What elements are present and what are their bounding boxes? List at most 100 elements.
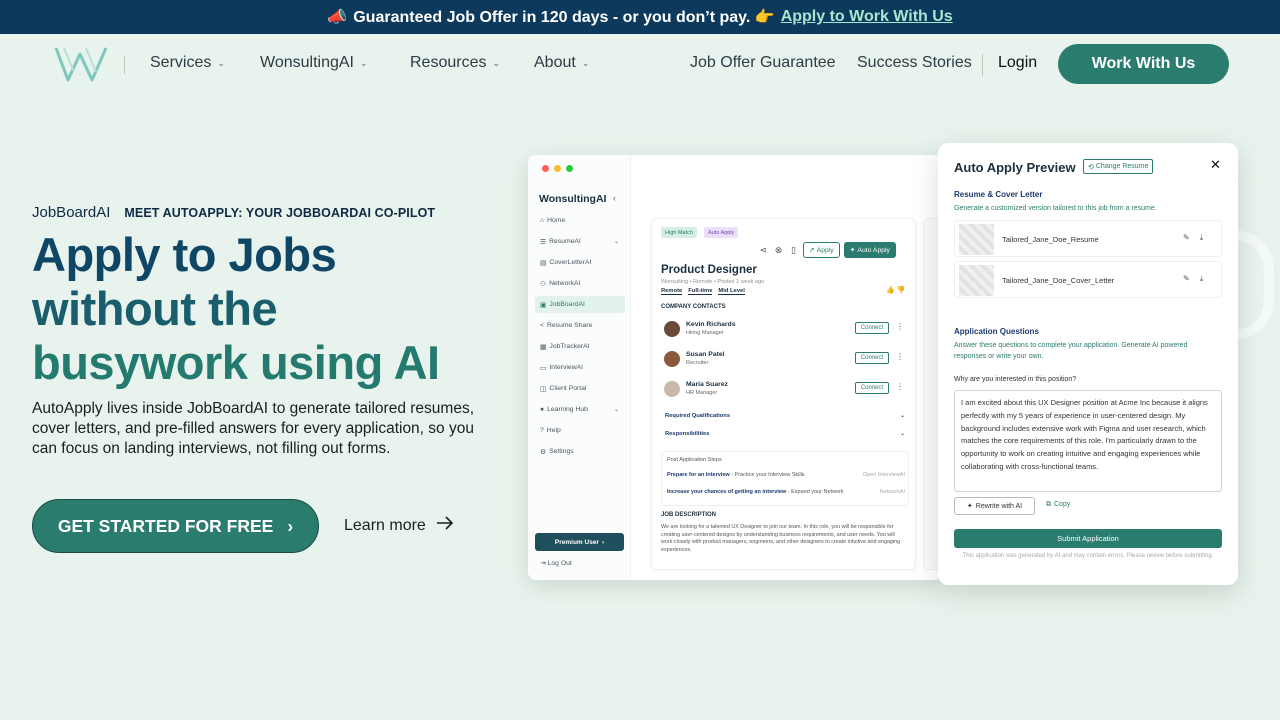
auto-apply-label: Auto Apply (857, 246, 890, 254)
nav-job-offer-guarantee[interactable]: Job Offer Guarantee (690, 54, 836, 72)
change-resume-button[interactable]: ⟲ Change Resume (1083, 159, 1154, 174)
edit-icon[interactable]: ✎ (1183, 274, 1190, 284)
sidebar-item-jobtrackerai[interactable]: ▦ JobTrackerAI (535, 338, 625, 355)
step-item[interactable]: Prepare for an Interview - Practice your… (667, 472, 905, 478)
download-icon[interactable]: ⤓ (1200, 233, 1204, 243)
nav-about[interactable]: About ⌄ (534, 54, 589, 72)
more-icon[interactable]: ⋮ (896, 352, 904, 361)
sidebar-item-help[interactable]: ? Help (535, 422, 625, 439)
get-started-button[interactable]: GET STARTED FOR FREE › (32, 499, 319, 553)
step-link[interactable]: Open InterviewAI (863, 472, 905, 478)
login-link[interactable]: Login (998, 54, 1037, 72)
chevron-right-icon: › (287, 515, 294, 536)
share-icon: < (540, 322, 544, 329)
minimize-dot-icon[interactable] (554, 165, 561, 172)
nav-divider (982, 54, 983, 76)
cover-letter-file[interactable]: Tailored_Jane_Doe_Cover_Letter ✎ ⤓ (954, 261, 1222, 298)
contact-row: Maria Suarez HR Manager Connect ⋮ (664, 379, 909, 403)
resume-file[interactable]: Tailored_Jane_Doe_Resume ✎ ⤓ (954, 220, 1222, 257)
copy-button[interactable]: ⧉ Copy (1046, 501, 1070, 509)
more-icon[interactable]: ⋮ (896, 382, 904, 391)
promo-banner: 📣 Guaranteed Job Offer in 120 days - or … (0, 0, 1280, 34)
hero-eyebrow: MEET AUTOAPPLY: YOUR JOBBOARDAI CO-PILOT (124, 205, 436, 220)
edit-icon[interactable]: ✎ (1183, 233, 1190, 243)
file-name: Tailored_Jane_Doe_Cover_Letter (1002, 276, 1115, 285)
dismiss-icon[interactable]: ⊗ (773, 245, 784, 256)
bookmark-icon[interactable]: ▯ (788, 245, 799, 256)
hero-brand-row: JobBoardAI MEET AUTOAPPLY: YOUR JOBBOARD… (32, 204, 435, 221)
connect-button[interactable]: Connect (855, 382, 889, 394)
sidebar-item-home[interactable]: ⌂ Home (535, 212, 625, 229)
nav-services[interactable]: Services ⌄ (150, 54, 225, 72)
chip-full-time: Full-time (688, 288, 713, 295)
chevron-right-icon: › (601, 538, 605, 546)
hero-headline: Apply to Jobs without the busywork using… (32, 228, 502, 390)
nav-wonsultingai[interactable]: WonsultingAI ⌄ (260, 54, 368, 72)
step-link[interactable]: NetworkAI (880, 489, 905, 495)
jobboardai-wordmark: JobBoardAI (32, 204, 111, 221)
learn-more-link[interactable]: Learn more (344, 516, 454, 535)
sidebar-item-interviewai[interactable]: ▭ InterviewAI (535, 359, 625, 376)
close-dot-icon[interactable] (542, 165, 549, 172)
submit-application-button[interactable]: Submit Application (954, 529, 1222, 548)
auto-apply-button[interactable]: ✦ Auto Apply (843, 242, 896, 258)
change-resume-label: Change Resume (1095, 163, 1149, 170)
step-detail: - Expand your Network (786, 489, 844, 495)
work-with-us-button[interactable]: Work With Us (1058, 44, 1229, 84)
file-thumbnail (959, 224, 994, 255)
sidebar-item-label: ResumeAI (549, 238, 581, 245)
logout-icon: ⇥ (540, 560, 548, 567)
sidebar-item-networkai[interactable]: ⚇ NetworkAI (535, 275, 625, 292)
step-title: Prepare for an Interview (667, 472, 730, 478)
panel-title: Auto Apply Preview (954, 160, 1076, 175)
headline-line-2: without the (32, 282, 278, 335)
chip-remote: Remote (661, 288, 683, 295)
sidebar-item-label: InterviewAI (549, 364, 584, 371)
close-icon[interactable]: ✕ (1210, 157, 1221, 173)
sidebar-item-resumeai[interactable]: ☰ ResumeAI ⌄ (535, 233, 625, 250)
connect-button[interactable]: Connect (855, 352, 889, 364)
rewrite-with-ai-button[interactable]: ✦ Rewrite with AI (954, 497, 1035, 515)
apply-button[interactable]: ↗ Apply (803, 242, 840, 258)
sidebar-item-learning-hub[interactable]: ● Learning Hub ⌄ (535, 401, 625, 418)
sidebar-item-jobboardai[interactable]: ▣ JobBoardAI (535, 296, 625, 313)
contacts-heading: COMPANY CONTACTS (661, 304, 726, 310)
avatar (664, 381, 680, 397)
collapse-icon[interactable]: ‹ (613, 193, 616, 203)
thumbs-up-icon[interactable]: 👍 (886, 287, 895, 294)
nav-success-stories[interactable]: Success Stories (857, 54, 972, 72)
job-chips: Remote Full-time Mid Level (661, 288, 745, 295)
sidebar-item-client-portal[interactable]: ◫ Client Portal (535, 380, 625, 397)
sidebar-item-coverletterai[interactable]: ▤ CoverLetterAI (535, 254, 625, 271)
post-application-steps: Post Application Steps Prepare for an In… (661, 451, 909, 506)
sidebar-item-label: Learning Hub (547, 406, 588, 413)
download-icon[interactable]: ⤓ (1200, 274, 1204, 284)
step-item[interactable]: Increase your chances of getting an inte… (667, 489, 905, 495)
share-icon[interactable]: ⋖ (758, 245, 769, 256)
job-title: Product Designer (661, 264, 757, 276)
wonsulting-logo-icon[interactable] (52, 42, 110, 91)
premium-user-button[interactable]: Premium User › (535, 533, 624, 551)
nav-resources[interactable]: Resources ⌄ (410, 54, 500, 72)
logout-link[interactable]: ⇥ Log Out (540, 559, 572, 567)
maximize-dot-icon[interactable] (566, 165, 573, 172)
sidebar-item-label: Settings (549, 448, 574, 455)
external-link-icon: ↗ (809, 247, 815, 254)
accordion-label: Responsibilities (665, 431, 710, 437)
file-actions: ✎ ⤓ (1183, 274, 1203, 284)
more-icon[interactable]: ⋮ (896, 322, 904, 331)
arrow-right-icon (436, 516, 454, 535)
connect-button[interactable]: Connect (855, 322, 889, 334)
answer-textarea[interactable]: I am excited about this UX Designer posi… (954, 390, 1222, 492)
accordion-responsibilities[interactable]: Responsibilities ⌄ (665, 431, 905, 437)
question-label: Why are you interested in this position? (954, 376, 1077, 383)
ai-disclaimer: This application was generated by AI and… (962, 553, 1214, 559)
thumbs-down-icon[interactable]: 👎 (897, 287, 906, 294)
accordion-required-qualifications[interactable]: Required Qualifications ⌄ (665, 413, 905, 419)
banner-apply-link[interactable]: Apply to Work With Us (781, 8, 953, 26)
app-screenshot: WonsultingAI ‹ ⌂ Home ☰ ResumeAI ⌄ ▤ CoverLe… (528, 155, 943, 580)
briefcase-icon: ▣ (540, 301, 547, 309)
sidebar-item-resume-share[interactable]: < Resume Share (535, 317, 625, 334)
sidebar-item-settings[interactable]: ⚙ Settings (535, 443, 625, 460)
document-icon: ▤ (540, 259, 547, 267)
